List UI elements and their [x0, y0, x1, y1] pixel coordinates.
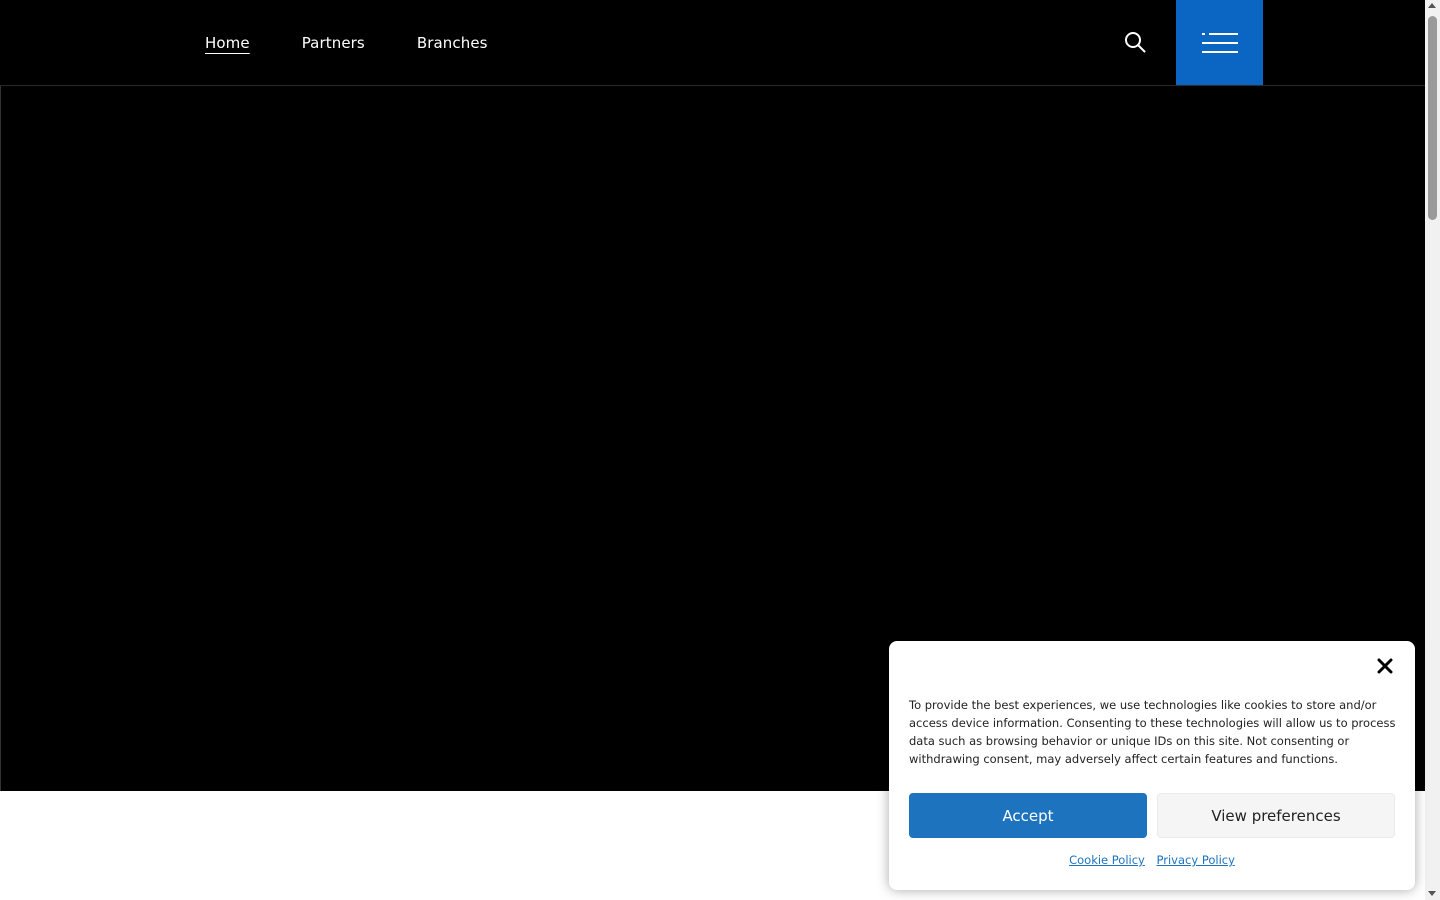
cookie-message: To provide the best experiences, we use … [909, 698, 1396, 766]
site-header: Home Partners Branches [0, 0, 1425, 86]
scroll-down-icon[interactable] [1428, 891, 1436, 896]
nav-link-home[interactable]: Home [205, 34, 250, 52]
main-nav: Home Partners Branches [205, 0, 540, 85]
cookie-policy-link[interactable]: Cookie Policy [1069, 853, 1145, 867]
nav-link-partners[interactable]: Partners [302, 34, 365, 52]
close-button[interactable] [1374, 655, 1396, 677]
privacy-policy-link[interactable]: Privacy Policy [1157, 853, 1235, 867]
scroll-thumb[interactable] [1428, 16, 1437, 220]
accept-button[interactable]: Accept [909, 793, 1147, 838]
close-icon [1377, 658, 1393, 674]
policy-links: Cookie Policy Privacy Policy [889, 853, 1415, 867]
nav-link-branches[interactable]: Branches [417, 34, 488, 52]
view-preferences-button[interactable]: View preferences [1157, 793, 1395, 838]
search-icon [1125, 32, 1146, 53]
vertical-scrollbar[interactable] [1425, 0, 1440, 900]
hamburger-menu-icon [1201, 32, 1238, 53]
scroll-up-icon[interactable] [1428, 3, 1436, 8]
menu-button[interactable] [1176, 0, 1263, 85]
search-button[interactable] [1115, 22, 1155, 62]
cookie-consent-dialog: To provide the best experiences, we use … [889, 641, 1415, 890]
